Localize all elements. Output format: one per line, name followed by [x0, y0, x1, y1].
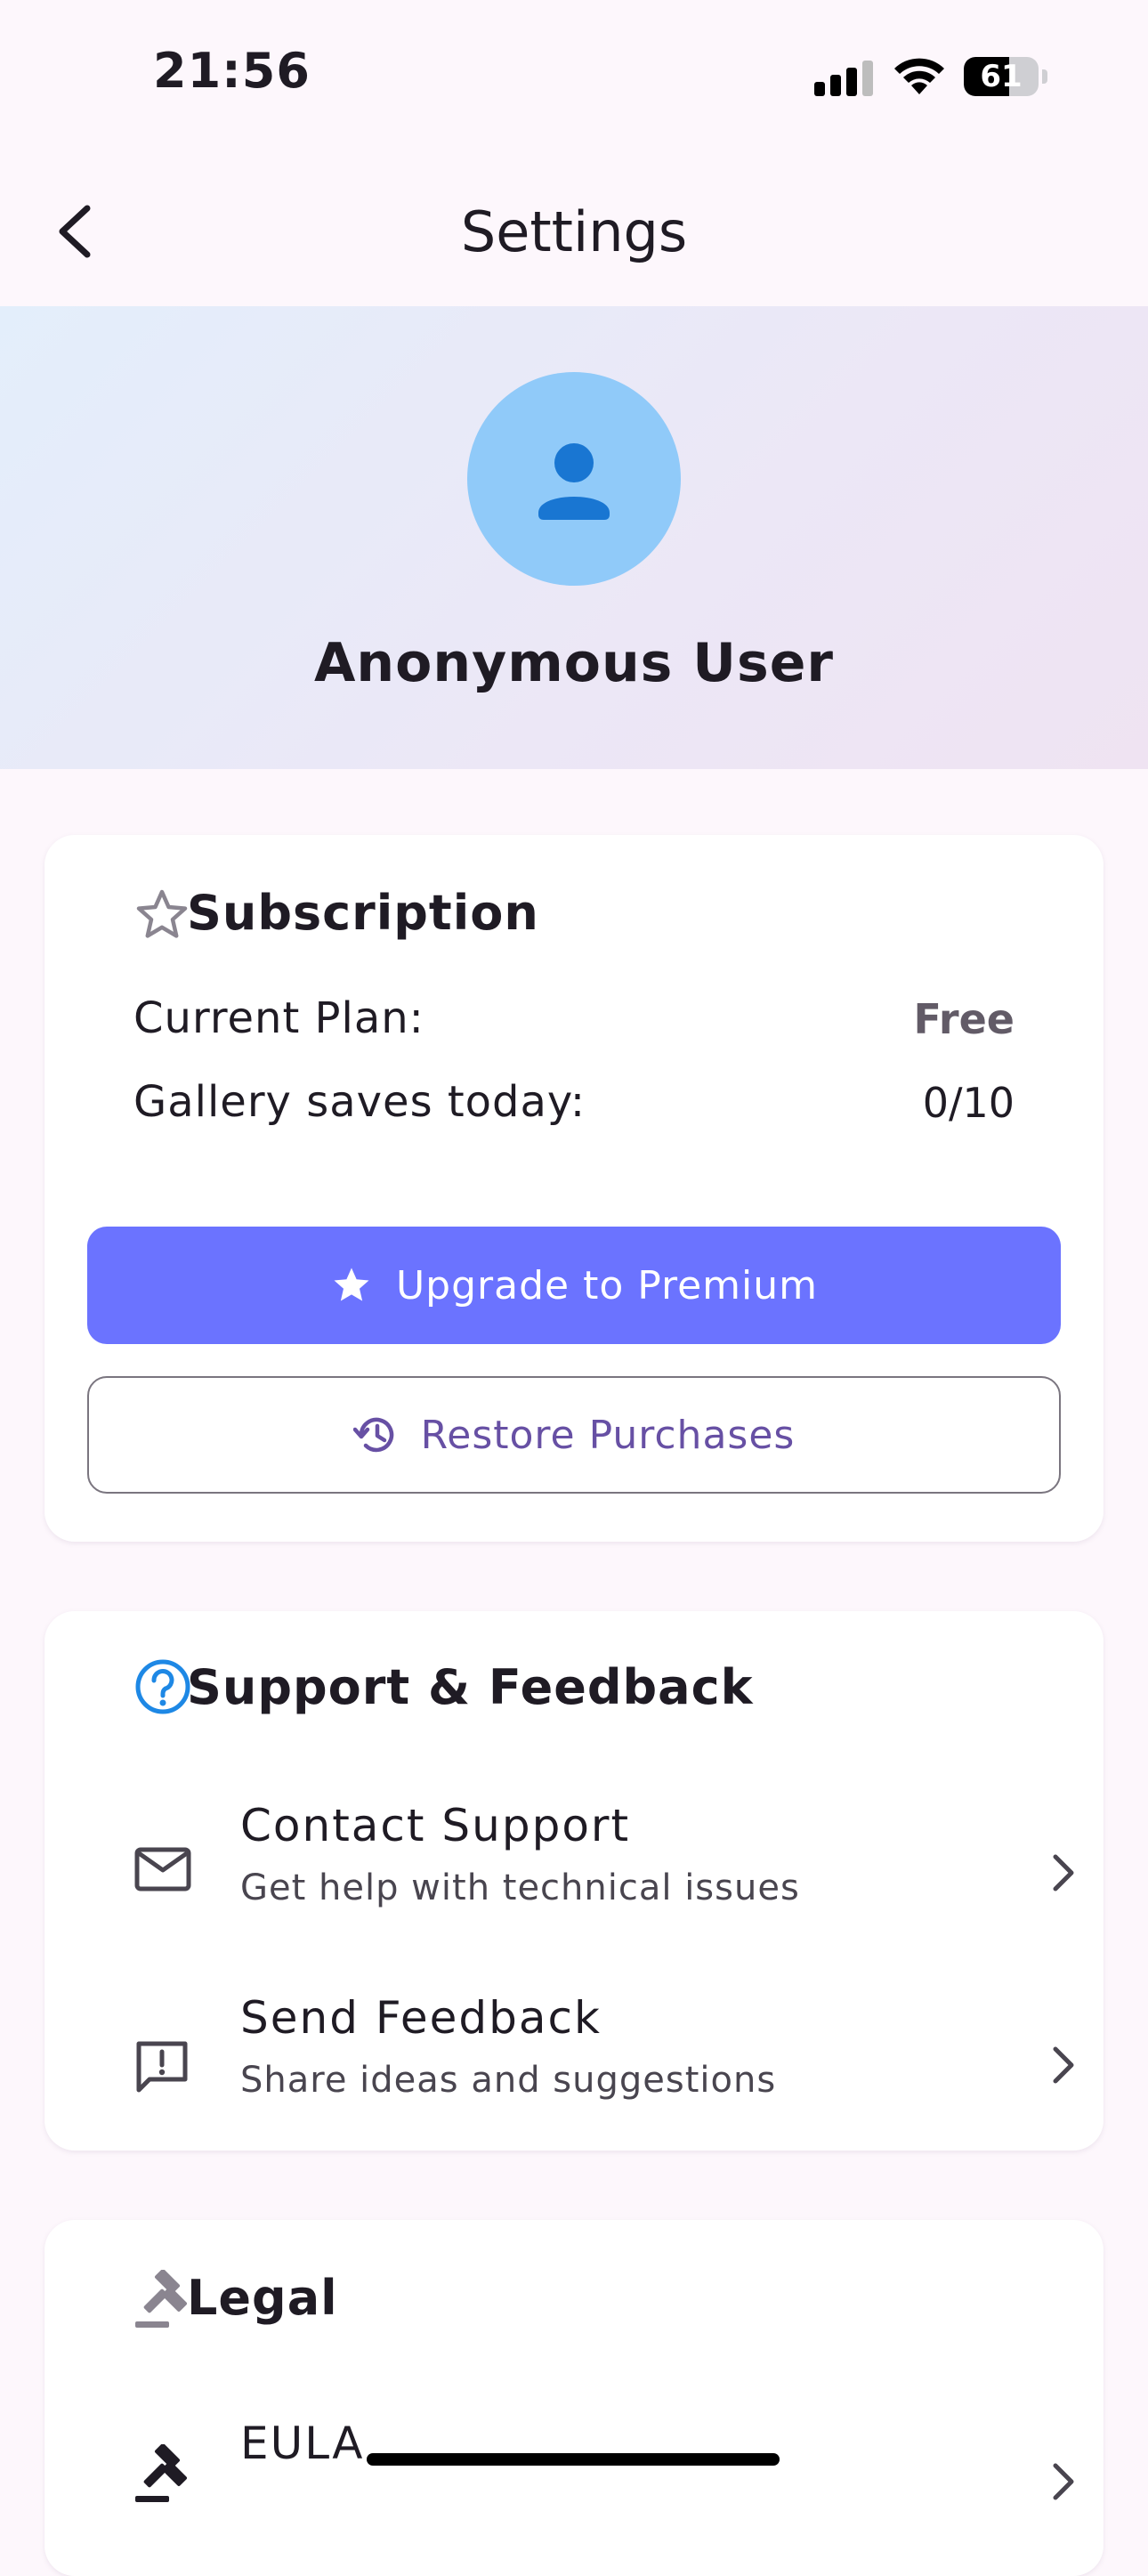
feedback-icon: [136, 2041, 188, 2093]
send-feedback-item[interactable]: Send Feedback Share ideas and suggestion…: [44, 1981, 1104, 2159]
gallery-saves-value: 0/10: [922, 1079, 1015, 1127]
mail-icon: [134, 1847, 191, 1891]
current-plan-label: Current Plan:: [133, 993, 424, 1043]
gavel-icon: [135, 2270, 188, 2328]
home-indicator: [367, 2453, 780, 2466]
chevron-right-icon: [1053, 2046, 1074, 2084]
user-name: Anonymous User: [314, 632, 834, 694]
legal-card: Legal EULA: [44, 2220, 1104, 2576]
eula-item[interactable]: EULA: [44, 2398, 1104, 2576]
restore-purchases-button[interactable]: Restore Purchases: [87, 1376, 1061, 1494]
battery-icon: 61: [964, 57, 1047, 96]
avatar: [467, 372, 681, 586]
subscription-title: Subscription: [187, 885, 539, 941]
cellular-signal-icon: [814, 61, 873, 96]
current-plan-value: Free: [913, 995, 1015, 1043]
contact-support-title: Contact Support: [240, 1800, 631, 1851]
status-time: 21:56: [153, 43, 311, 99]
eula-title: EULA: [240, 2418, 365, 2469]
wifi-icon: [894, 58, 944, 94]
gallery-saves-label: Gallery saves today:: [133, 1077, 586, 1127]
chevron-right-icon: [1053, 1854, 1074, 1891]
contact-support-item[interactable]: Contact Support Get help with technical …: [44, 1789, 1104, 1967]
contact-support-subtitle: Get help with technical issues: [240, 1867, 800, 1908]
battery-percent: 61: [980, 59, 1023, 94]
support-feedback-card: Support & Feedback Contact Support Get h…: [44, 1611, 1104, 2151]
restore-purchases-label: Restore Purchases: [420, 1412, 796, 1458]
person-icon: [538, 443, 610, 520]
upgrade-premium-label: Upgrade to Premium: [395, 1262, 819, 1308]
legal-title: Legal: [187, 2270, 338, 2326]
page-title: Settings: [460, 199, 688, 264]
restore-icon: [352, 1417, 393, 1453]
chevron-right-icon: [1053, 2463, 1074, 2500]
upgrade-premium-button[interactable]: Upgrade to Premium: [87, 1227, 1061, 1344]
send-feedback-subtitle: Share ideas and suggestions: [240, 2060, 777, 2101]
star-icon: [334, 1268, 369, 1301]
send-feedback-title: Send Feedback: [240, 1992, 602, 2044]
gavel-icon: [135, 2444, 188, 2502]
help-circle-icon: [135, 1659, 190, 1714]
star-outline-icon: [136, 889, 188, 938]
support-feedback-title: Support & Feedback: [187, 1659, 754, 1715]
